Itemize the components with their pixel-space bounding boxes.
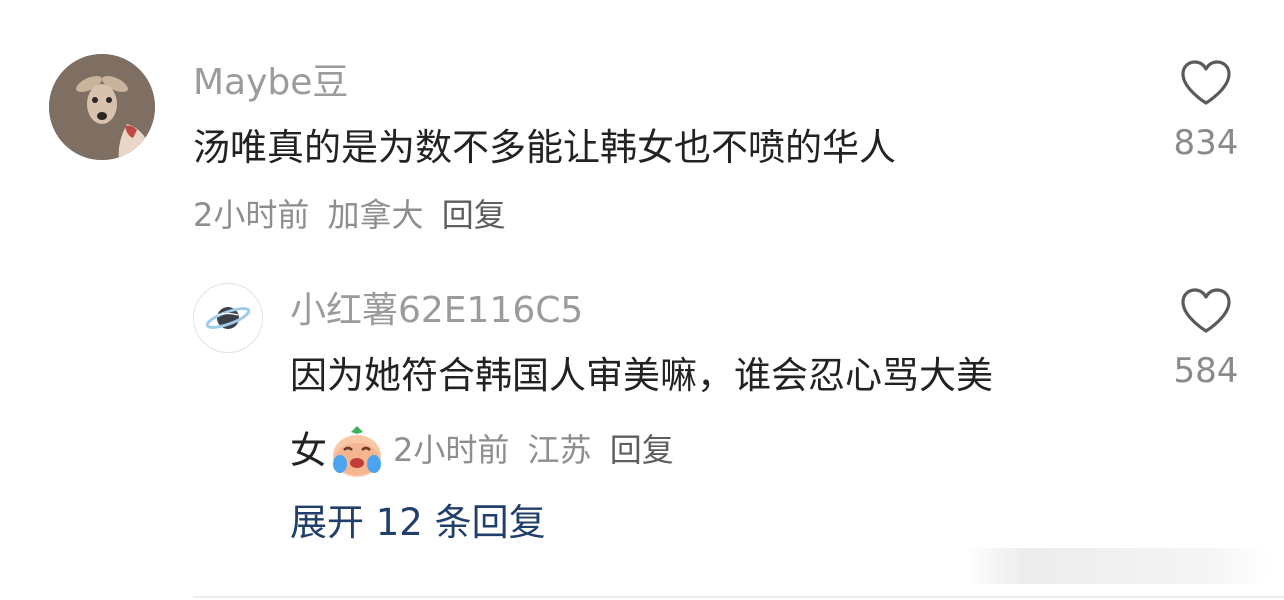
comment-location: 加拿大 xyxy=(327,196,424,234)
comment-username[interactable]: Maybe豆 xyxy=(193,65,348,101)
reply-text-line2: 女 xyxy=(290,428,327,472)
comment-time: 2小时前 xyxy=(193,196,310,234)
planet-icon xyxy=(205,307,251,329)
comment-reply-button[interactable]: 回复 xyxy=(442,196,506,234)
like-count: 834 xyxy=(1173,123,1239,163)
reply-meta: 2小时前 江苏 回复 xyxy=(393,434,674,466)
reply-location: 江苏 xyxy=(527,431,592,469)
heart-outline-icon[interactable] xyxy=(1180,288,1232,334)
reply-username[interactable]: 小红薯62E116C5 xyxy=(290,293,583,329)
reply-like[interactable]: 584 xyxy=(1161,288,1251,388)
laugh-cry-emoji-icon xyxy=(327,420,387,480)
avatar[interactable] xyxy=(49,54,155,160)
reply-reply-button[interactable]: 回复 xyxy=(610,431,674,469)
reply-time: 2小时前 xyxy=(393,431,510,469)
comment-text: 汤唯真的是为数不多能让韩女也不喷的华人 xyxy=(193,126,896,169)
heart-outline-icon[interactable] xyxy=(1180,60,1232,106)
expand-replies-link[interactable]: 展开 12 条回复 xyxy=(290,504,546,541)
watermark xyxy=(965,548,1270,584)
reply-text-line2-row: 女 2小时前 江苏 回复 xyxy=(290,420,674,480)
deer-photo-icon xyxy=(49,54,155,160)
like-count: 584 xyxy=(1173,351,1239,391)
comment-thread: Maybe豆 汤唯真的是为数不多能让韩女也不喷的华人 2小时前 加拿大 回复 8… xyxy=(0,0,1284,600)
reply-avatar[interactable] xyxy=(193,283,263,353)
reply-text-line1: 因为她符合韩国人审美嘛，谁会忍心骂大美 xyxy=(290,354,993,397)
divider xyxy=(193,596,1284,598)
comment-meta: 2小时前 加拿大 回复 xyxy=(193,199,506,231)
comment-like[interactable]: 834 xyxy=(1161,60,1251,160)
